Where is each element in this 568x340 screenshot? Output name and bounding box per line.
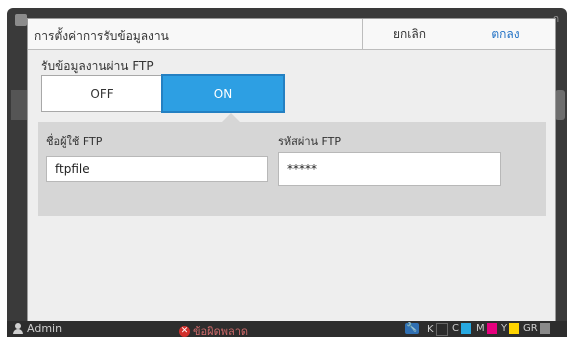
- user-indicator[interactable]: Admin: [13, 322, 62, 335]
- cancel-button[interactable]: ยกเลิก: [362, 19, 457, 49]
- ink-y-swatch: [509, 323, 520, 334]
- ink-m-label: M: [476, 323, 485, 334]
- user-name: Admin: [27, 322, 63, 335]
- error-icon: ✕: [179, 325, 190, 337]
- password-input[interactable]: *****: [278, 152, 501, 186]
- ink-gr-swatch: [539, 323, 550, 334]
- ftp-off-button[interactable]: OFF: [41, 75, 163, 112]
- person-icon: [13, 323, 23, 334]
- panel-pointer: [222, 113, 240, 122]
- ink-k-label: K: [427, 324, 434, 335]
- ink-c: C: [452, 323, 471, 334]
- background-tab-right: [555, 90, 565, 120]
- ink-k-swatch: [435, 323, 448, 336]
- ok-button[interactable]: ตกลง: [456, 19, 555, 49]
- wrench-icon[interactable]: 🔧: [405, 323, 419, 334]
- ftp-on-button[interactable]: ON: [161, 74, 285, 113]
- ftp-credentials-panel: ชื่อผู้ใช้ FTP ftpfile รหัสผ่าน FTP ****…: [38, 113, 546, 216]
- ink-m: M: [476, 323, 497, 334]
- receive-settings-dialog: การตั้งค่าการรับข้อมูลงาน ยกเลิก ตกลง รั…: [27, 18, 556, 324]
- username-label: ชื่อผู้ใช้ FTP: [46, 135, 103, 148]
- ink-m-swatch: [486, 323, 497, 334]
- ink-gr-label: GR: [523, 323, 538, 334]
- username-input[interactable]: ftpfile: [46, 156, 268, 182]
- ink-gr: GR: [523, 323, 550, 334]
- dialog-header: การตั้งค่าการรับข้อมูลงาน ยกเลิก ตกลง: [28, 19, 555, 50]
- background-tab-left: [11, 90, 27, 120]
- ink-k: K: [427, 323, 448, 336]
- error-text: ข้อผิดพลาด: [193, 325, 249, 338]
- ink-y: Y: [501, 323, 520, 334]
- status-bar: Admin ✕ ข้อผิดพลาด 🔧 K C M Y GR: [7, 321, 567, 340]
- error-indicator[interactable]: ✕ ข้อผิดพลาด: [179, 322, 248, 340]
- dialog-title: การตั้งค่าการรับข้อมูลงาน: [34, 29, 169, 43]
- ink-c-label: C: [452, 323, 459, 334]
- password-label: รหัสผ่าน FTP: [278, 135, 341, 148]
- ink-c-swatch: [460, 323, 471, 334]
- ink-y-label: Y: [501, 323, 508, 334]
- settings-icon: [15, 14, 27, 26]
- ftp-receive-label: รับข้อมูลงานผ่าน FTP: [41, 59, 154, 73]
